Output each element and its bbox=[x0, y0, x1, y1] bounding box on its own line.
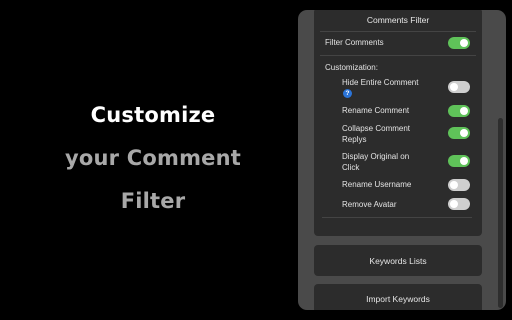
import-keywords-button[interactable]: Import Keywords bbox=[314, 284, 482, 310]
toggle-knob bbox=[460, 157, 468, 165]
customization-label: Customization: bbox=[325, 63, 378, 72]
collapse-comment-replys-label: Collapse Comment Replys bbox=[342, 124, 411, 144]
toggle-knob bbox=[460, 107, 468, 115]
help-icon[interactable]: ? bbox=[343, 89, 352, 98]
hide-entire-comment-toggle[interactable] bbox=[448, 81, 470, 93]
remove-avatar-toggle[interactable] bbox=[448, 198, 470, 210]
filter-comments-toggle[interactable] bbox=[448, 37, 470, 49]
toggle-knob bbox=[460, 129, 468, 137]
header-divider bbox=[320, 31, 476, 32]
bottom-divider bbox=[322, 217, 472, 218]
rename-username-toggle[interactable] bbox=[448, 179, 470, 191]
section-divider bbox=[320, 55, 476, 56]
toggle-knob bbox=[450, 181, 458, 189]
scrollbar-thumb[interactable] bbox=[498, 118, 503, 308]
display-original-on-click-toggle[interactable] bbox=[448, 155, 470, 167]
import-keywords-label: Import Keywords bbox=[366, 294, 430, 304]
hero-heading: Customize your Comment Filter bbox=[0, 0, 306, 320]
toggle-knob bbox=[460, 39, 468, 47]
hero-line-3: Filter bbox=[120, 189, 186, 213]
rename-comment-toggle[interactable] bbox=[448, 105, 470, 117]
hide-entire-comment-label: Hide Entire Comment bbox=[342, 78, 419, 87]
rename-comment-label: Rename Comment bbox=[342, 106, 410, 115]
filter-comments-label: Filter Comments bbox=[325, 38, 384, 47]
comments-filter-header: Comments Filter bbox=[366, 15, 430, 25]
comments-filter-card: Comments Filter Filter Comments Customiz… bbox=[314, 10, 482, 236]
display-original-on-click-label: Display Original on Click bbox=[342, 152, 410, 172]
hero-line-1: Customize bbox=[90, 103, 216, 127]
keywords-lists-button[interactable]: Keywords Lists bbox=[314, 245, 482, 276]
collapse-comment-replys-toggle[interactable] bbox=[448, 127, 470, 139]
toggle-knob bbox=[450, 83, 458, 91]
hero-line-2: your Comment bbox=[65, 146, 241, 170]
keywords-lists-label: Keywords Lists bbox=[369, 256, 427, 266]
rename-username-label: Rename Username bbox=[342, 180, 412, 189]
extension-popup: Comments Filter Filter Comments Customiz… bbox=[298, 10, 506, 310]
toggle-knob bbox=[450, 200, 458, 208]
remove-avatar-label: Remove Avatar bbox=[342, 200, 397, 209]
